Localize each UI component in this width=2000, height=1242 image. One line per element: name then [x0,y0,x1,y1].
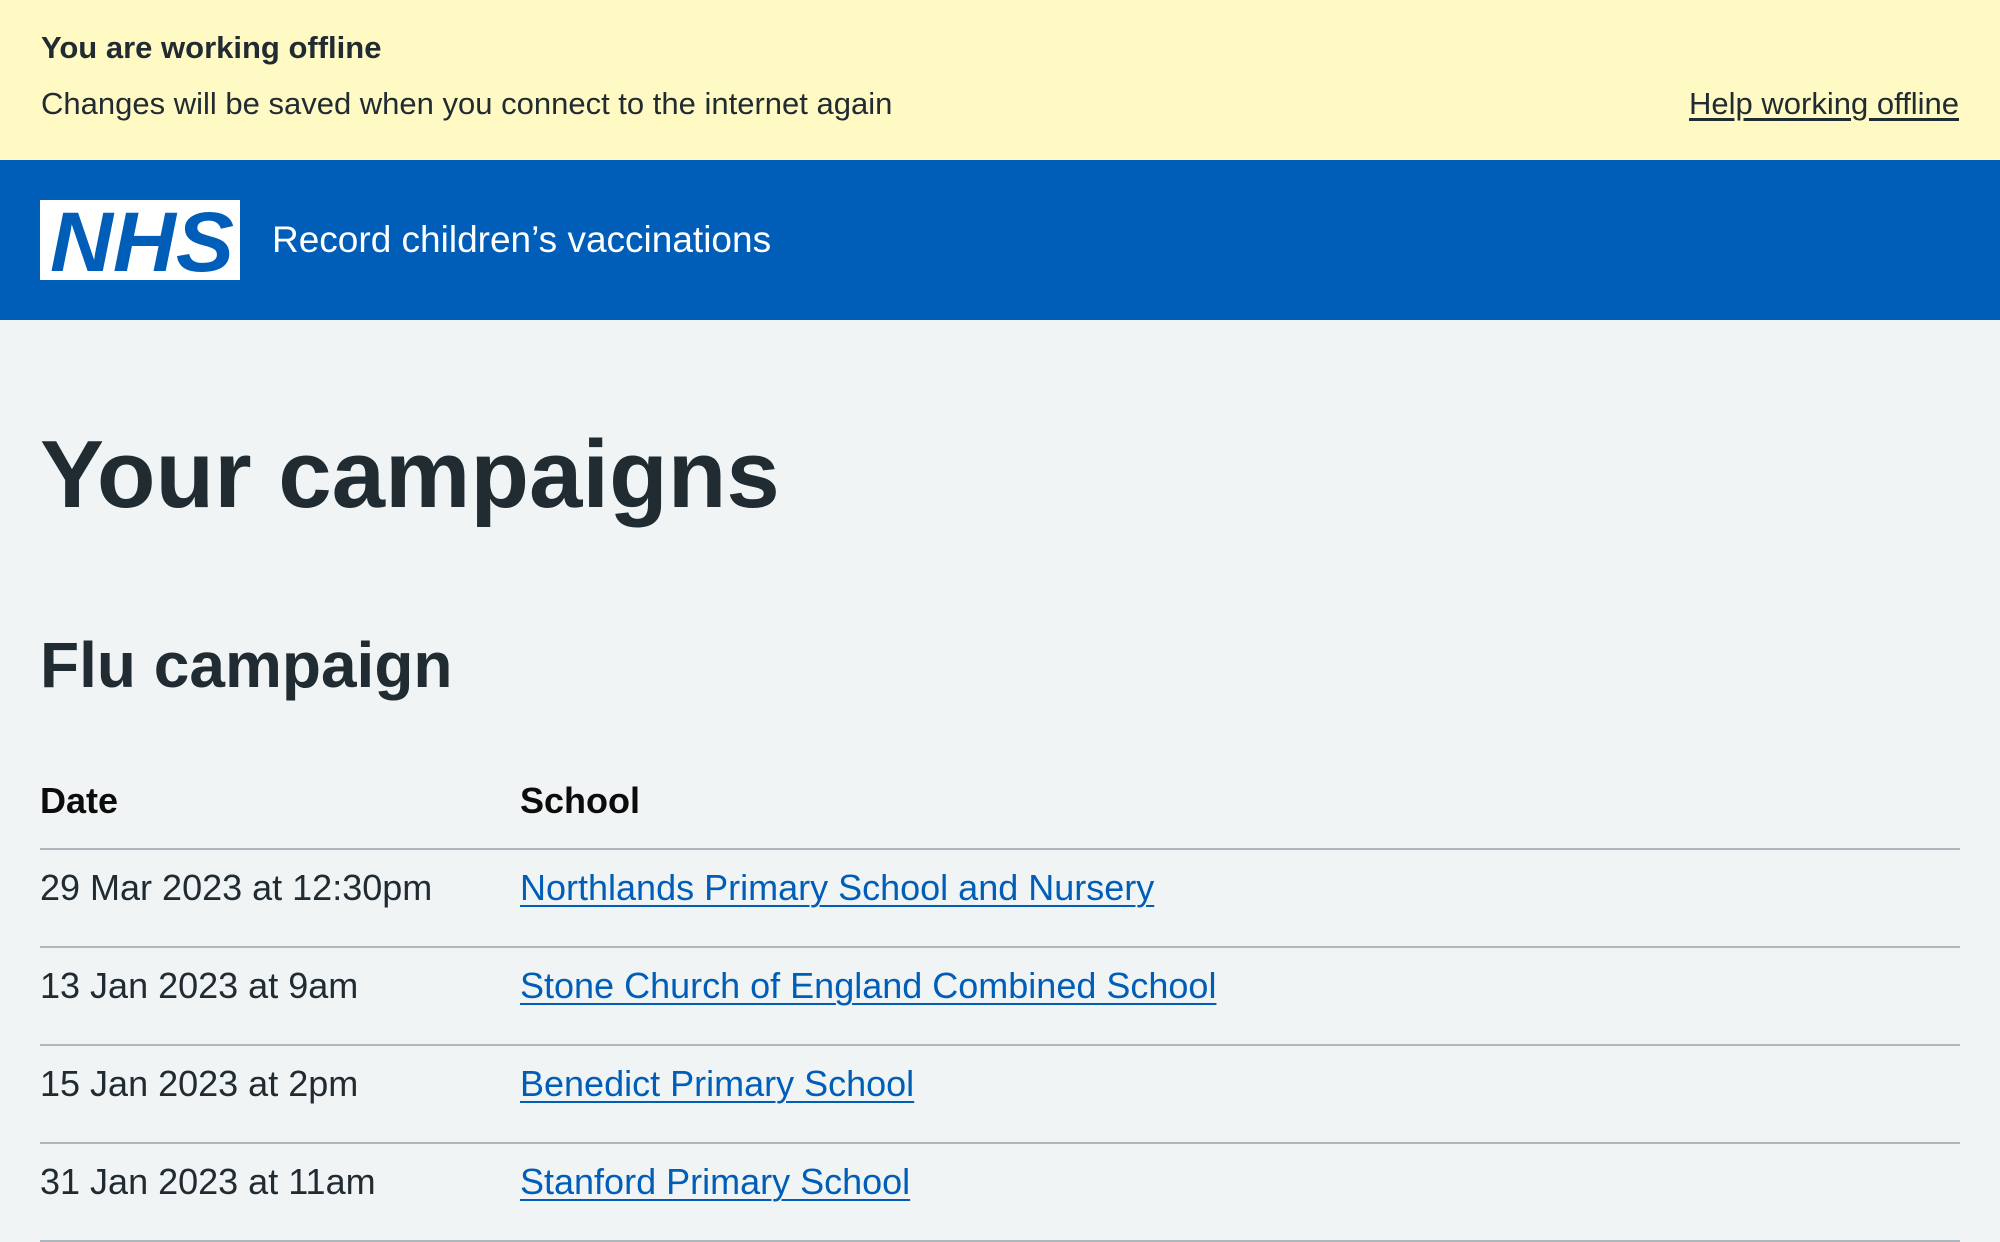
school-link[interactable]: Stone Church of England Combined School [520,965,1216,1006]
nhs-logo[interactable]: NHS [40,200,240,280]
page-title: Your campaigns [40,421,780,528]
date-column-header: Date [40,760,520,850]
help-working-offline-link[interactable]: Help working offline [1689,84,1959,124]
offline-banner-title: You are working offline [41,30,382,65]
table-row: 31 Jan 2023 at 11am Stanford Primary Sch… [40,1143,1960,1242]
table-row: 29 Mar 2023 at 12:30pm Northlands Primar… [40,849,1960,948]
school-cell: Benedict Primary School [520,1045,1960,1144]
session-date: 29 Mar 2023 at 12:30pm [40,849,520,948]
school-cell: Stone Church of England Combined School [520,947,1960,1046]
offline-banner: You are working offline Changes will be … [0,0,2000,160]
service-name[interactable]: Record children’s vaccinations [272,218,771,262]
table-row: 13 Jan 2023 at 9am Stone Church of Engla… [40,947,1960,1046]
table-header-row: Date School [40,760,1960,850]
table-row: 15 Jan 2023 at 2pm Benedict Primary Scho… [40,1045,1960,1144]
session-date: 13 Jan 2023 at 9am [40,947,520,1046]
campaign-title: Flu campaign [40,629,453,701]
school-cell: Northlands Primary School and Nursery [520,849,1960,948]
school-link[interactable]: Benedict Primary School [520,1063,914,1104]
session-date: 15 Jan 2023 at 2pm [40,1045,520,1144]
school-link[interactable]: Northlands Primary School and Nursery [520,867,1154,908]
offline-banner-message: Changes will be saved when you connect t… [41,86,893,121]
school-link[interactable]: Stanford Primary School [520,1161,910,1202]
session-date: 31 Jan 2023 at 11am [40,1143,520,1242]
school-column-header: School [520,760,1960,850]
sessions-table: Date School 29 Mar 2023 at 12:30pm North… [40,760,1960,1242]
nhs-logo-text: NHS [50,200,234,280]
school-cell: Stanford Primary School [520,1143,1960,1242]
site-header: NHS Record children’s vaccinations [0,160,2000,320]
